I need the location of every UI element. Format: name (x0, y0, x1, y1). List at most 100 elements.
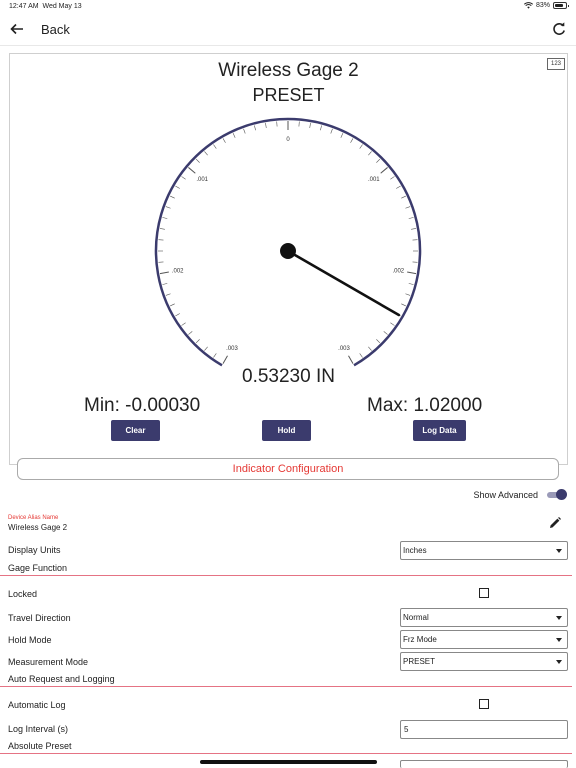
gauge-minor-tick (170, 195, 175, 199)
clear-button[interactable]: Clear (111, 420, 160, 441)
gage-function-heading: Gage Function (8, 563, 68, 573)
gauge-minor-tick (213, 353, 217, 358)
gauge-minor-tick (411, 228, 417, 230)
gauge-minor-tick (309, 122, 311, 128)
gauge-minor-tick (175, 313, 180, 317)
gauge-minor-tick (340, 133, 344, 138)
travel-direction-label: Travel Direction (8, 613, 71, 623)
gauge-minor-tick (213, 144, 217, 149)
section-divider (0, 686, 572, 687)
gauge-minor-tick (188, 331, 193, 335)
gauge-scale-label: .003 (338, 346, 350, 352)
auto-request-heading: Auto Request and Logging (8, 674, 115, 684)
device-alias-label: Device Alias Name (8, 515, 59, 521)
dial-gauge: .003 .002 .001 0 .001 .002 .003 (154, 117, 422, 367)
hold-button[interactable]: Hold (262, 420, 311, 441)
gauge-minor-tick (222, 138, 226, 143)
gauge-major-tick (407, 271, 417, 275)
gauge-scale-label: 0 (286, 137, 290, 143)
section-divider (0, 575, 572, 576)
gauge-minor-tick (390, 322, 395, 326)
gauge-minor-tick (165, 206, 171, 209)
show-advanced-label: Show Advanced (473, 490, 538, 500)
toggle-knob (556, 489, 567, 500)
automatic-log-checkbox[interactable] (479, 699, 489, 709)
gauge-minor-tick (181, 322, 186, 326)
gauge-minor-tick (204, 151, 208, 156)
gauge-major-tick (348, 355, 354, 364)
display-units-value: Inches (403, 546, 427, 555)
gauge-minor-tick (175, 185, 180, 189)
gauge-minor-tick (408, 283, 414, 285)
chevron-down-icon (556, 660, 562, 664)
automatic-log-label: Automatic Log (8, 700, 66, 710)
gauge-minor-tick (265, 122, 267, 128)
chevron-down-icon (556, 638, 562, 642)
max-value: Max: 1.02000 (367, 395, 483, 416)
home-indicator (200, 760, 377, 764)
hold-mode-value: Frz Mode (403, 635, 437, 644)
gauge-minor-tick (401, 195, 406, 199)
device-alias-value: Wireless Gage 2 (8, 523, 68, 532)
gauge-minor-tick (170, 303, 175, 307)
gauge-minor-tick (195, 339, 200, 344)
refresh-icon[interactable] (550, 20, 568, 38)
gauge-major-tick (380, 167, 388, 174)
gauge-minor-tick (368, 151, 372, 156)
gauge-minor-tick (162, 217, 168, 219)
measurement-mode-label: Measurement Mode (8, 657, 89, 667)
hold-mode-label: Hold Mode (8, 635, 52, 645)
gauge-minor-tick (401, 303, 406, 307)
locked-checkbox[interactable] (479, 588, 489, 598)
indicator-configuration-button[interactable]: Indicator Configuration (17, 458, 559, 480)
gauge-arc (154, 117, 422, 367)
gauge-ticks (158, 121, 418, 364)
arrow-left-icon[interactable] (8, 20, 26, 38)
absolute-preset-input[interactable] (400, 760, 568, 768)
back-button[interactable]: Back (41, 22, 70, 37)
display-units-select[interactable]: Inches (400, 541, 568, 560)
log-interval-input[interactable]: 5 (400, 720, 568, 739)
gauge-minor-tick (254, 125, 256, 131)
chevron-down-icon (556, 549, 562, 553)
gauge-minor-tick (320, 125, 322, 131)
gauge-minor-tick (243, 128, 246, 134)
gauge-major-tick (159, 271, 169, 275)
hold-mode-select[interactable]: Frz Mode (400, 630, 568, 649)
gauge-minor-tick (232, 133, 236, 138)
gauge-minor-tick (159, 228, 165, 230)
travel-direction-select[interactable]: Normal (400, 608, 568, 627)
gauge-needle (286, 249, 401, 317)
gauge-minor-tick (330, 128, 333, 134)
gauge-minor-tick (195, 158, 200, 163)
absolute-preset-heading: Absolute Preset (8, 741, 72, 751)
gauge-minor-tick (350, 138, 354, 143)
gauge-major-tick (188, 167, 196, 174)
status-bar: 12:47 AM Wed May 13 83% (0, 0, 576, 14)
section-divider (0, 753, 572, 754)
gauge-scale-label: .002 (392, 268, 404, 274)
gauge-minor-tick (359, 353, 363, 358)
wifi-icon (523, 2, 533, 9)
gauge-minor-tick (368, 346, 372, 351)
gauge-hub (280, 243, 296, 259)
battery-percent: 83% (535, 2, 550, 9)
gauge-minor-tick (390, 176, 395, 180)
gauge-minor-tick (376, 158, 381, 163)
measurement-mode-select[interactable]: PRESET (400, 652, 568, 671)
gauge-minor-tick (408, 217, 414, 219)
gauge-scale-label: .002 (172, 268, 184, 274)
gauge-major-tick (222, 355, 228, 364)
gauge-minor-tick (405, 206, 411, 209)
battery-icon (553, 2, 569, 9)
gauge-minor-tick (383, 331, 388, 335)
gauge-minor-tick (405, 293, 411, 296)
show-advanced-toggle[interactable] (547, 489, 567, 501)
pencil-icon[interactable] (548, 516, 562, 530)
display-units-label: Display Units (8, 545, 61, 555)
gauge-scale-label: .003 (226, 346, 238, 352)
log-interval-label: Log Interval (s) (8, 724, 69, 734)
gauge-minor-tick (359, 144, 363, 149)
log-data-button[interactable]: Log Data (413, 420, 466, 441)
status-time: 12:47 AM Wed May 13 (9, 3, 82, 10)
